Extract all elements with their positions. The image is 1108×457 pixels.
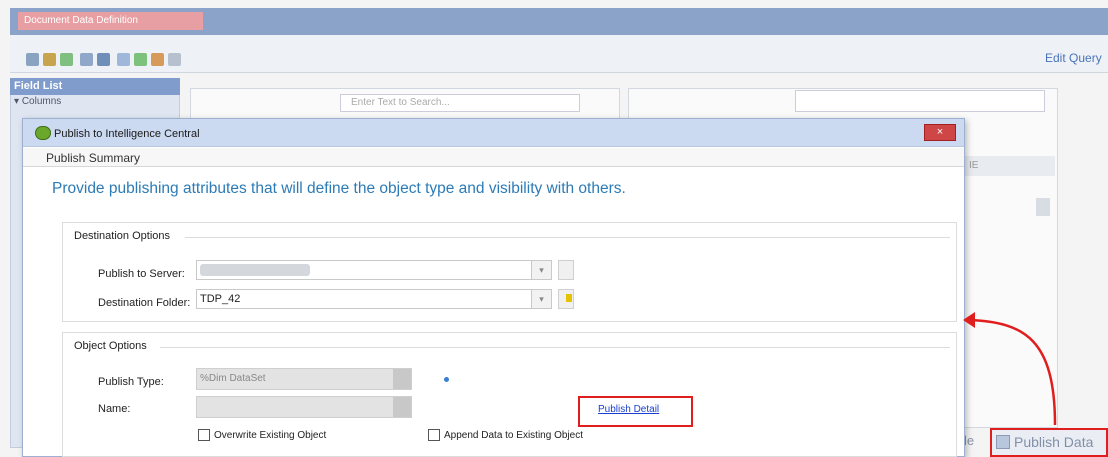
save-icon[interactable] <box>97 53 110 66</box>
publish-data-label: Publish Data <box>1014 434 1094 450</box>
folder-label: Destination Folder: <box>98 297 191 309</box>
publish-icon <box>996 435 1010 449</box>
folder-select[interactable] <box>196 289 552 309</box>
copy-icon[interactable] <box>117 53 130 66</box>
filter-input[interactable] <box>795 90 1045 112</box>
tab-publish-summary[interactable]: Publish Summary <box>46 151 140 165</box>
destination-options-title: Destination Options <box>74 230 170 242</box>
chevron-down-icon[interactable]: ▾ <box>531 261 551 279</box>
close-icon: × <box>936 126 944 138</box>
scrollbar-thumb[interactable] <box>1036 198 1050 216</box>
server-value <box>200 264 310 276</box>
grid-header: IE <box>965 156 1055 176</box>
overwrite-checkbox[interactable] <box>198 429 210 441</box>
summary-tab-bar <box>23 148 964 167</box>
object-options-title: Object Options <box>74 340 147 352</box>
expand-icon: ▾ <box>14 96 22 107</box>
edit-query-link[interactable]: Edit Query <box>1045 51 1102 65</box>
close-button[interactable]: × <box>924 124 956 141</box>
field-list-title: Field List <box>10 78 180 95</box>
table-icon[interactable] <box>43 53 56 66</box>
info-icon[interactable] <box>444 377 449 382</box>
dialog-heading: Provide publishing attributes that will … <box>52 180 626 197</box>
publish-type-label: Publish Type: <box>98 376 164 388</box>
refresh-icon[interactable] <box>168 53 181 66</box>
append-checkbox[interactable] <box>428 429 440 441</box>
group-divider <box>160 347 950 348</box>
chevron-down-icon[interactable] <box>393 369 411 389</box>
columns-node[interactable]: ▾ Columns <box>14 96 61 107</box>
publish-type-value: %Dim DataSet <box>200 373 266 384</box>
name-input[interactable] <box>196 396 412 418</box>
append-label: Append Data to Existing Object <box>444 430 583 441</box>
folder-icon <box>566 294 572 302</box>
group-divider <box>185 237 950 238</box>
overwrite-label: Overwrite Existing Object <box>214 430 327 441</box>
folder-value: TDP_42 <box>200 293 241 305</box>
arrow-head <box>963 312 975 328</box>
app-window-title: Document Data Definition <box>18 12 203 30</box>
dialog-title: Publish to Intelligence Central <box>54 128 200 140</box>
server-options-button[interactable] <box>558 260 574 280</box>
arrow-curve <box>968 318 1057 426</box>
grid-icon[interactable] <box>26 53 39 66</box>
partial-button-label: le <box>964 433 975 448</box>
database-icon[interactable] <box>151 53 164 66</box>
name-label: Name: <box>98 403 131 415</box>
chevron-down-icon[interactable] <box>393 397 411 417</box>
intelligence-central-icon <box>35 126 51 140</box>
report-icon[interactable] <box>80 53 93 66</box>
transfer-icon[interactable] <box>60 53 73 66</box>
search-input[interactable]: Enter Text to Search... <box>340 94 580 112</box>
chevron-down-icon[interactable]: ▾ <box>531 290 551 308</box>
server-label: Publish to Server: <box>98 268 185 280</box>
annotation-arrow <box>963 312 1057 426</box>
publish-detail-link[interactable]: Publish Detail <box>598 404 659 415</box>
export-icon[interactable] <box>134 53 147 66</box>
